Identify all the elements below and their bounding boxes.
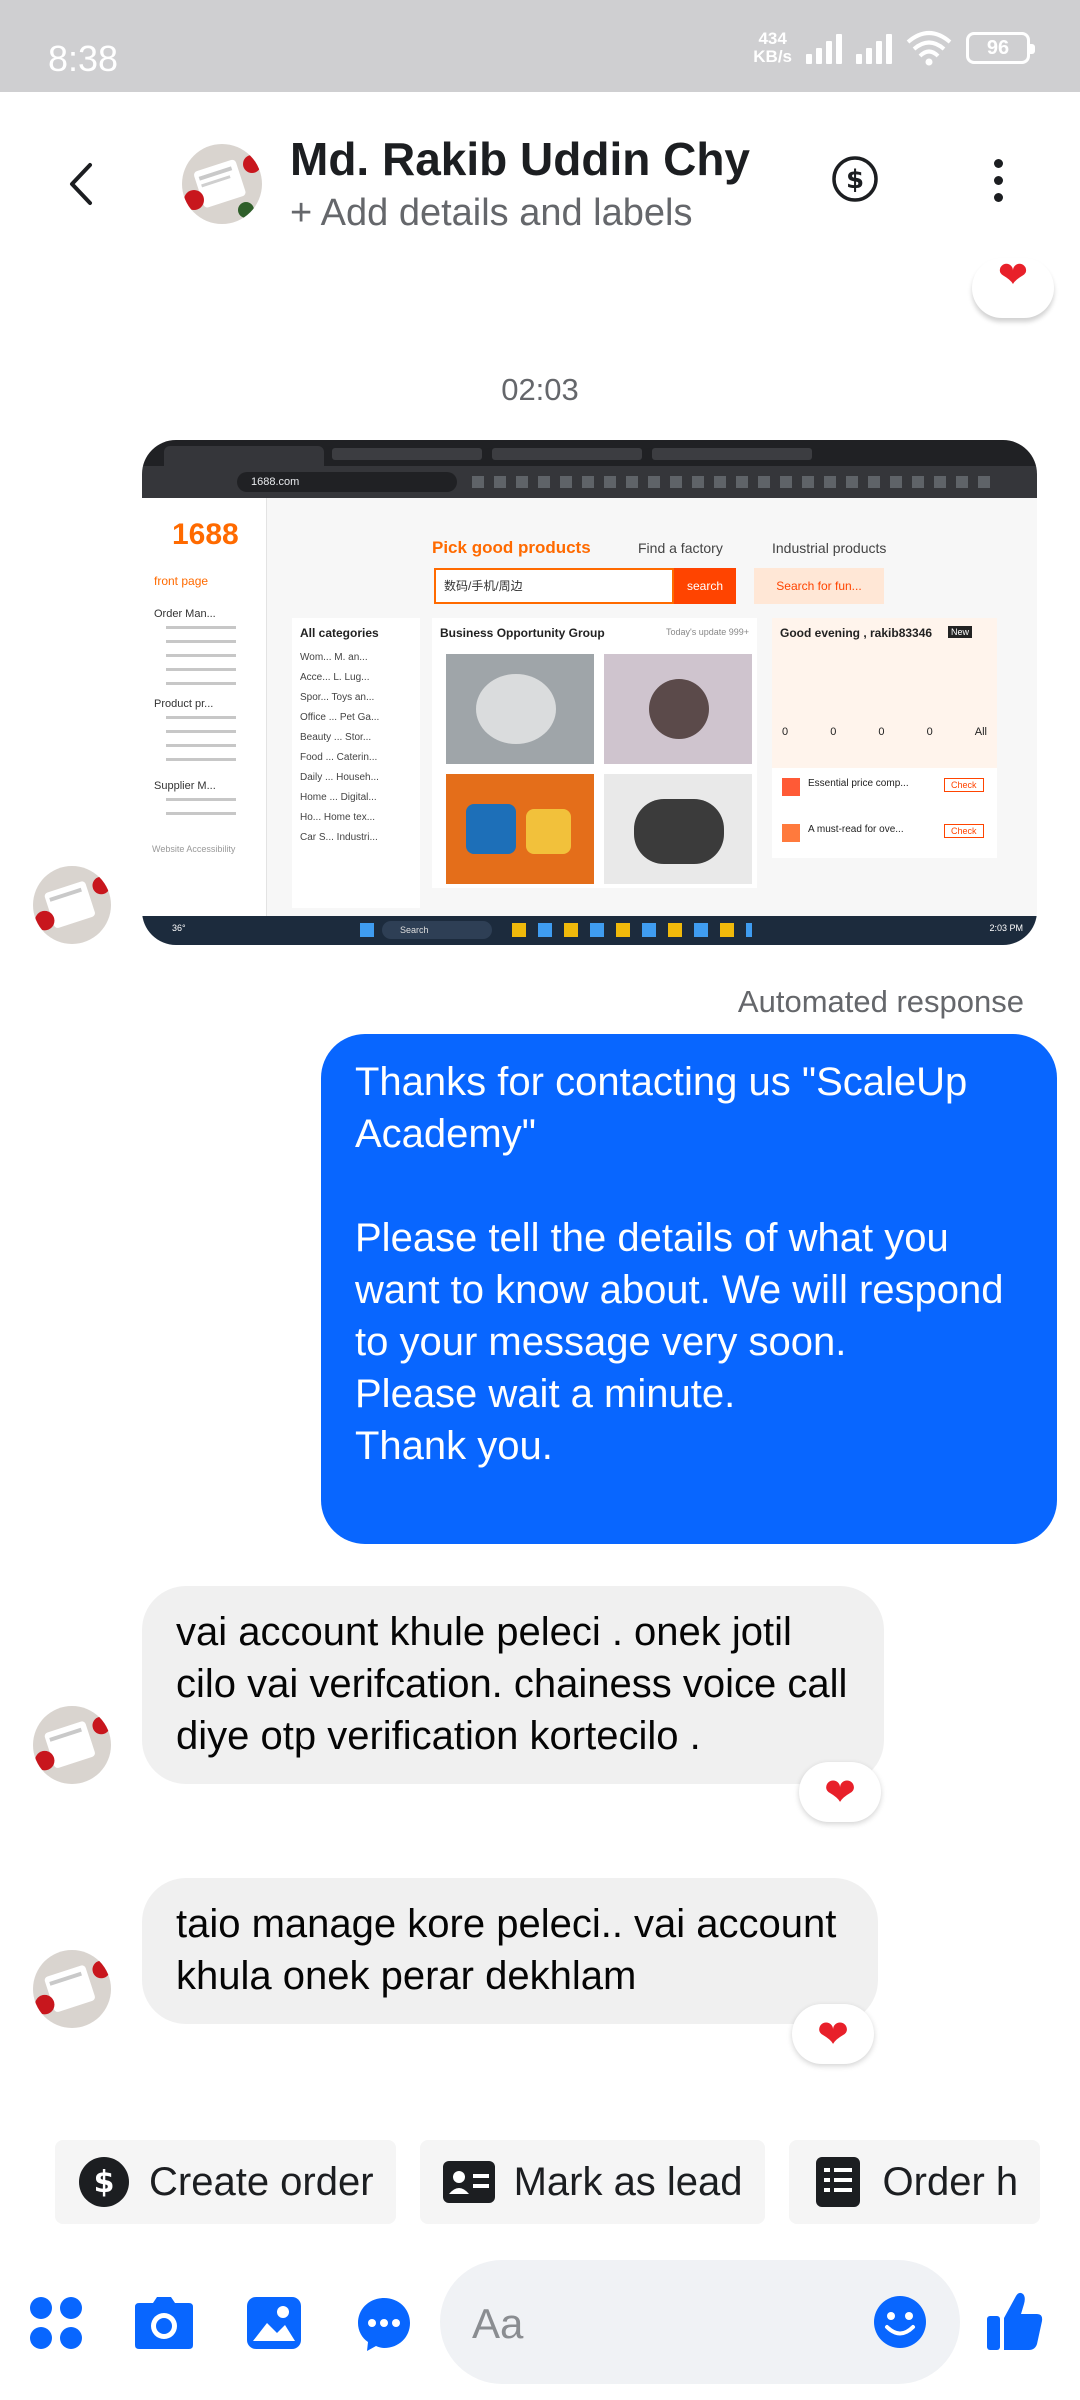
shared-screenshot-image[interactable]: 1688.com 1688 front page Order Man... Pr… [142,440,1037,945]
webpage-content: 1688 front page Order Man... Product pr.… [142,498,1037,916]
apps-menu-icon[interactable] [28,2295,88,2355]
reaction-heart[interactable]: ❤ [799,1762,881,1822]
dot-icon [993,158,1003,168]
dot-icon [993,175,1003,185]
quick-actions-bar: $ Create order Mark as lead Order h [55,2140,1041,2224]
incoming-message-bubble[interactable]: vai account khule peleci . onek jotil ci… [142,1586,884,1784]
status-icons: 434 KB/s 96 [753,29,1035,66]
svg-text:$: $ [846,165,864,195]
outgoing-message-bubble[interactable]: Thanks for contacting us "ScaleUp Academ… [321,1034,1057,1544]
chat-header: Md. Rakib Uddin Chy + Add details and la… [0,92,1080,278]
add-details-link[interactable]: + Add details and labels [290,192,692,235]
signal-icon-2 [856,32,892,64]
message-timestamp: 02:03 [501,372,579,407]
more-options-button[interactable] [980,150,1016,210]
web-sidebar: 1688 front page Order Man... Product pr.… [142,498,267,916]
browser-tab-bar [142,440,1037,466]
sender-avatar[interactable] [33,1706,111,1784]
reaction-heart[interactable]: ❤ [972,254,1054,318]
thumbs-up-icon[interactable] [985,2290,1045,2350]
contact-name[interactable]: Md. Rakib Uddin Chy [290,132,750,186]
wifi-icon [906,31,952,66]
dollar-icon: $ [77,2155,131,2209]
back-button[interactable] [56,154,106,214]
web-business-group: Business Opportunity Group Today's updat… [432,618,757,888]
incoming-message-bubble[interactable]: taio manage kore peleci.. vai account kh… [142,1878,878,2024]
automated-response-label: Automated response [737,984,1024,1019]
contact-avatar[interactable] [182,144,262,224]
sender-avatar[interactable] [33,866,111,944]
reaction-heart[interactable]: ❤ [792,2004,874,2064]
gallery-icon[interactable] [245,2295,305,2355]
contact-card-icon [442,2155,496,2209]
status-time: 8:38 [48,38,119,79]
emoji-icon[interactable] [872,2294,928,2350]
network-speed: 434 KB/s [753,29,792,66]
create-order-button[interactable]: $ Create order [55,2140,396,2224]
message-input-placeholder: Aa [472,2300,524,2347]
signal-icon [806,32,842,64]
receipt-icon [811,2155,865,2209]
order-history-button[interactable]: Order h [788,2140,1041,2224]
dot-icon [993,192,1003,202]
browser-address-bar: 1688.com [142,466,1037,498]
svg-text:$: $ [94,2165,115,2200]
web-categories: All categories Wom... M. an... Acce... L… [292,618,420,908]
mark-as-lead-button[interactable]: Mark as lead [419,2140,765,2224]
chat-bubble-icon[interactable] [355,2295,415,2355]
camera-icon[interactable] [133,2295,193,2355]
chevron-left-icon [70,163,92,205]
message-input[interactable]: Aa [440,2260,960,2384]
payment-button[interactable]: $ [830,154,880,204]
windows-taskbar: 36° Search 2:03 PM [142,916,1037,945]
web-account-panel: Good evening , rakib83346 New 0 0 0 0 Al… [772,618,997,858]
dollar-icon: $ [832,156,878,202]
message-composer: Aa [0,2250,1080,2400]
status-bar: 8:38 434 KB/s 96 [0,0,1080,92]
battery-icon: 96 [966,32,1035,64]
sender-avatar[interactable] [33,1950,111,2028]
